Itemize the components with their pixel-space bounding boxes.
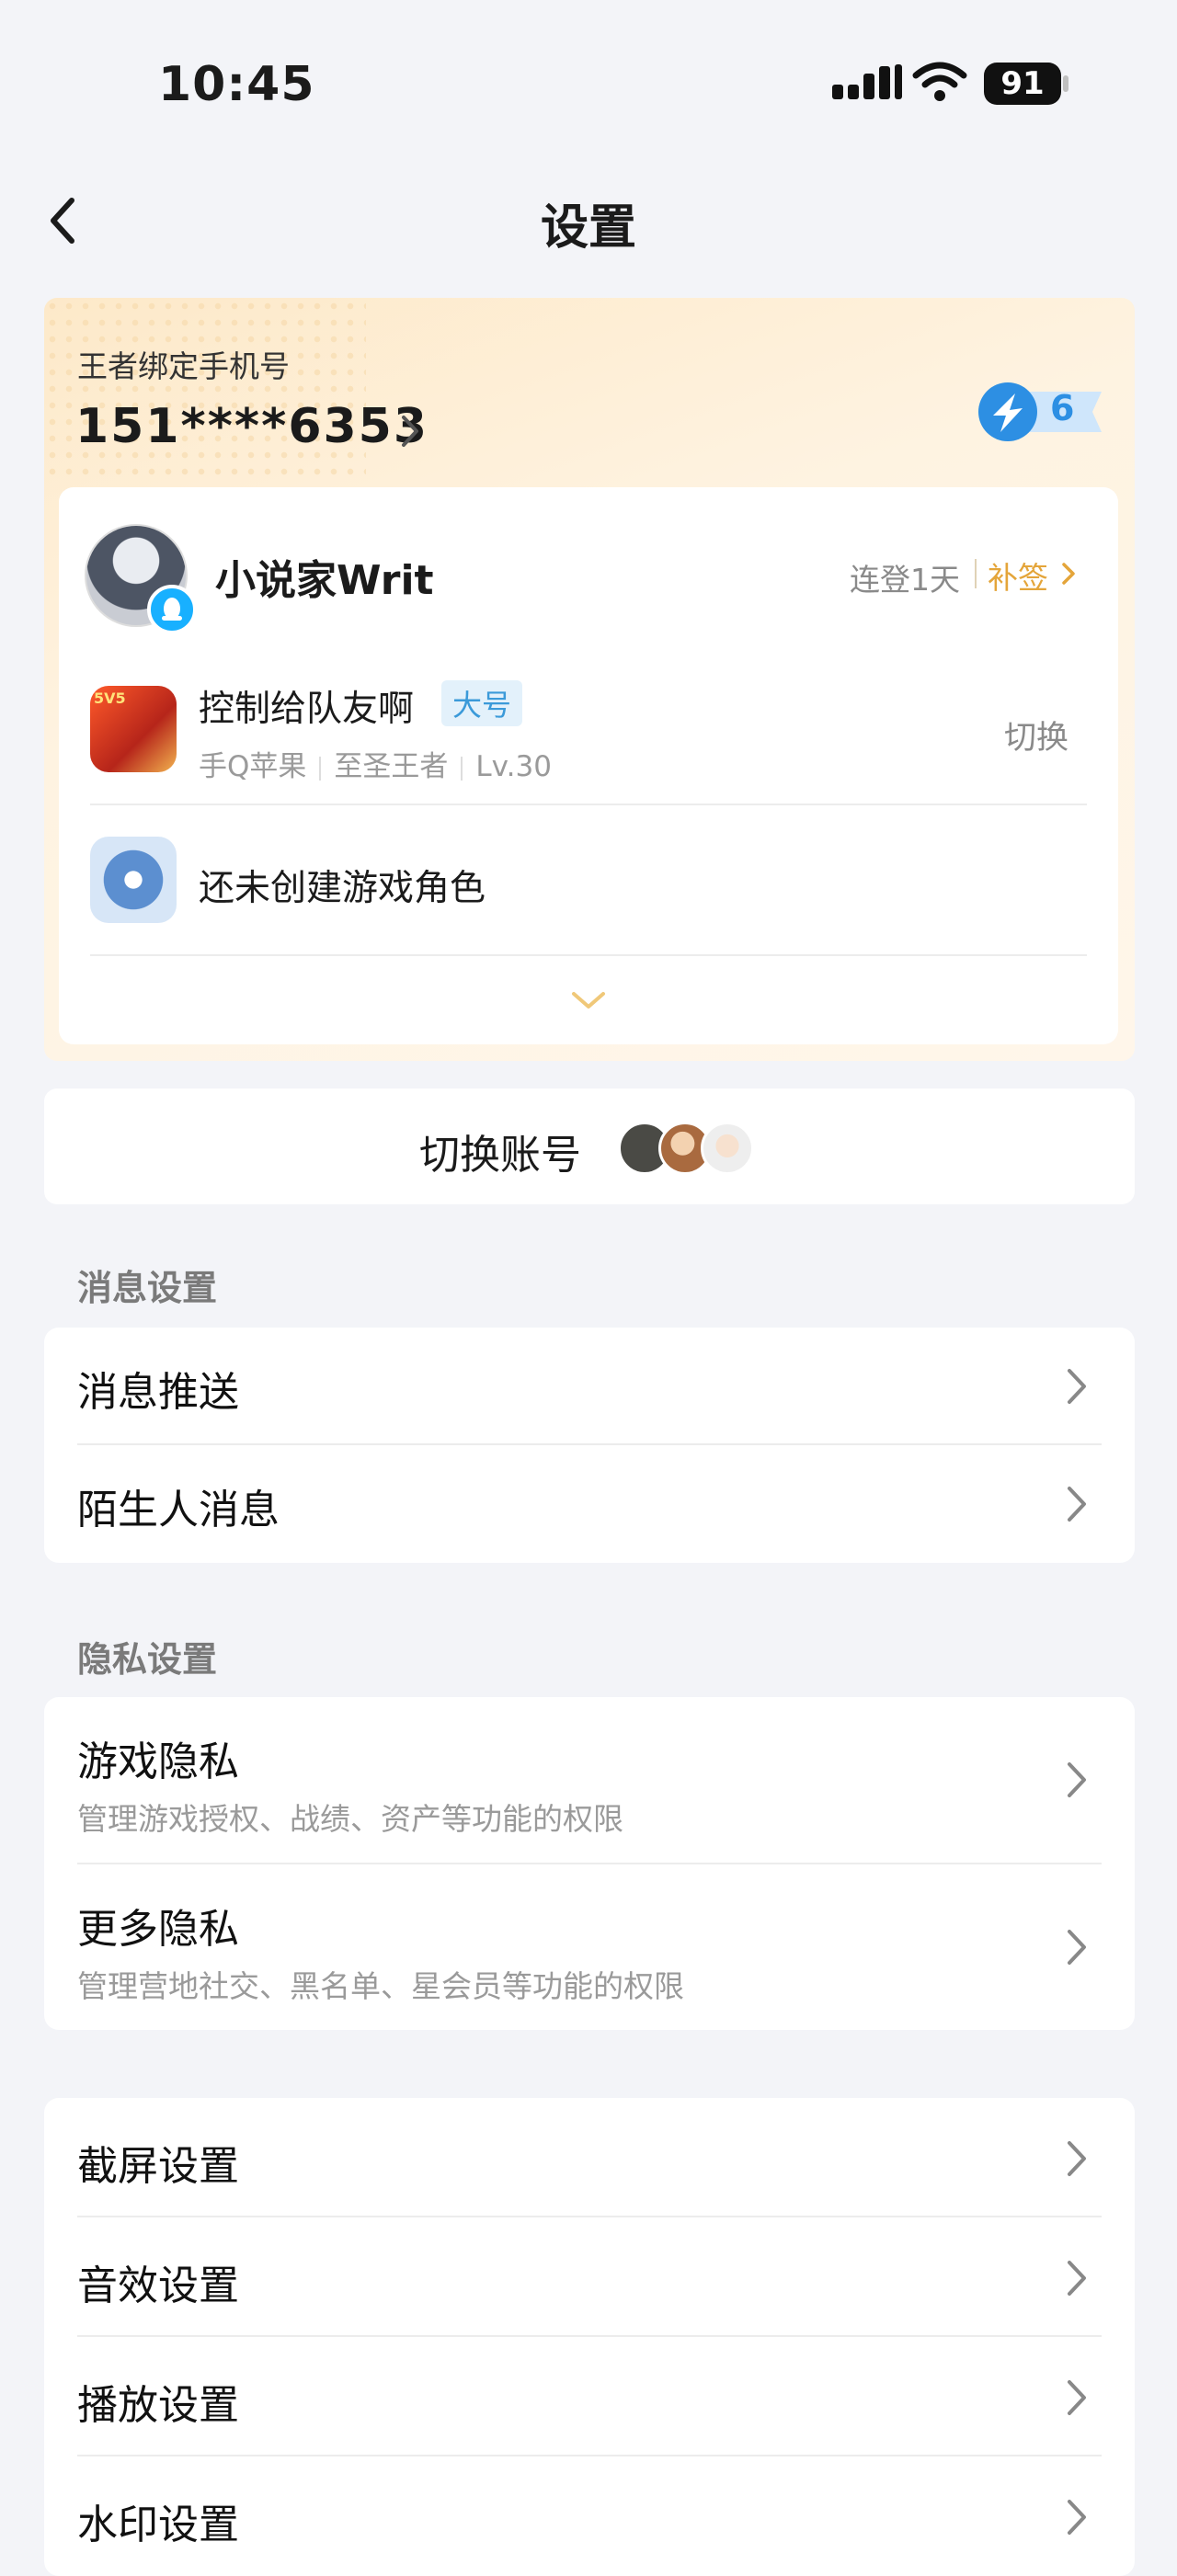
page-title: 设置 xyxy=(540,200,636,256)
role-name: 控制给队友啊 xyxy=(199,689,415,730)
stranger-message-row[interactable]: 陌生人消息 xyxy=(44,1445,1135,1563)
playback-settings-row[interactable]: 播放设置 xyxy=(44,2337,1135,2456)
sound-settings-row[interactable]: 音效设置 xyxy=(44,2217,1135,2337)
login-streak: 连登1天 xyxy=(850,562,960,598)
chevron-right-icon xyxy=(1068,1487,1086,1522)
role-meta: 手Q苹果 至圣王者 Lv.30 xyxy=(199,743,552,784)
level-badge[interactable]: 6 xyxy=(977,379,1105,445)
chevron-right-icon[interactable] xyxy=(1060,561,1077,587)
chevron-right-icon xyxy=(1068,2380,1086,2415)
status-time: 10:45 xyxy=(158,57,315,112)
chevron-right-icon xyxy=(1068,1762,1086,1797)
chevron-right-icon xyxy=(1068,2500,1086,2535)
row-description: 管理营地社交、黑名单、星会员等功能的权限 xyxy=(77,1968,684,2004)
battery-nub xyxy=(1063,75,1068,92)
row-label: 更多隐私 xyxy=(77,1906,239,1953)
divider xyxy=(90,954,1087,956)
signal-icon xyxy=(832,64,902,99)
section-title-message: 消息设置 xyxy=(77,1268,218,1308)
game-app-icon xyxy=(90,837,177,923)
chevron-right-icon xyxy=(1068,2141,1086,2176)
screenshot-settings-row[interactable]: 截屏设置 xyxy=(44,2098,1135,2217)
makeup-sign-link[interactable]: 补签 xyxy=(988,553,1048,598)
row-label: 游戏隐私 xyxy=(77,1738,239,1785)
wifi-icon xyxy=(912,62,967,101)
username: 小说家Writ xyxy=(215,557,434,604)
chevron-down-icon[interactable] xyxy=(570,989,607,1011)
role-tag: 大号 xyxy=(441,680,523,726)
role-rank: 至圣王者 xyxy=(334,750,449,783)
chevron-right-icon[interactable] xyxy=(399,413,421,450)
switch-account-row[interactable] xyxy=(44,1089,1135,1204)
chevron-right-icon xyxy=(1068,1369,1086,1404)
row-label: 播放设置 xyxy=(77,2382,239,2429)
switch-account-label[interactable]: 切换账号 xyxy=(419,1122,581,1180)
bind-phone-label: 王者绑定手机号 xyxy=(77,348,290,384)
switch-role-button[interactable]: 切换 xyxy=(1004,712,1068,758)
divider xyxy=(90,804,1087,805)
row-label: 消息推送 xyxy=(77,1369,239,1416)
chevron-right-icon xyxy=(1068,1930,1086,1965)
message-push-row[interactable]: 消息推送 xyxy=(44,1328,1135,1445)
row-label: 音效设置 xyxy=(77,2263,239,2309)
decorative-dots xyxy=(44,298,366,482)
row-label: 陌生人消息 xyxy=(77,1487,280,1533)
watermark-settings-row[interactable]: 水印设置 xyxy=(44,2456,1135,2557)
row-label: 截屏设置 xyxy=(77,2143,239,2190)
role-platform: 手Q苹果 xyxy=(199,750,307,783)
level-value: 6 xyxy=(1050,388,1075,428)
game-privacy-row[interactable]: 游戏隐私 管理游戏授权、战绩、资产等功能的权限 xyxy=(44,1697,1135,1864)
account-avatar xyxy=(701,1122,754,1175)
more-privacy-row[interactable]: 更多隐私 管理营地社交、黑名单、星会员等功能的权限 xyxy=(44,1864,1135,2030)
no-role-text: 还未创建游戏角色 xyxy=(199,868,486,909)
qq-penguin-icon xyxy=(147,585,197,634)
row-description: 管理游戏授权、战绩、资产等功能的权限 xyxy=(77,1801,623,1837)
separator xyxy=(975,559,977,588)
honor-of-kings-icon: 5V5 xyxy=(90,686,177,772)
section-title-privacy: 隐私设置 xyxy=(77,1639,218,1680)
bound-phone-number[interactable]: 151****6353 xyxy=(75,399,429,454)
chevron-right-icon xyxy=(1068,2261,1086,2296)
role-level: Lv.30 xyxy=(475,750,552,783)
row-label: 水印设置 xyxy=(77,2502,239,2548)
battery-indicator: 91 xyxy=(984,63,1061,105)
